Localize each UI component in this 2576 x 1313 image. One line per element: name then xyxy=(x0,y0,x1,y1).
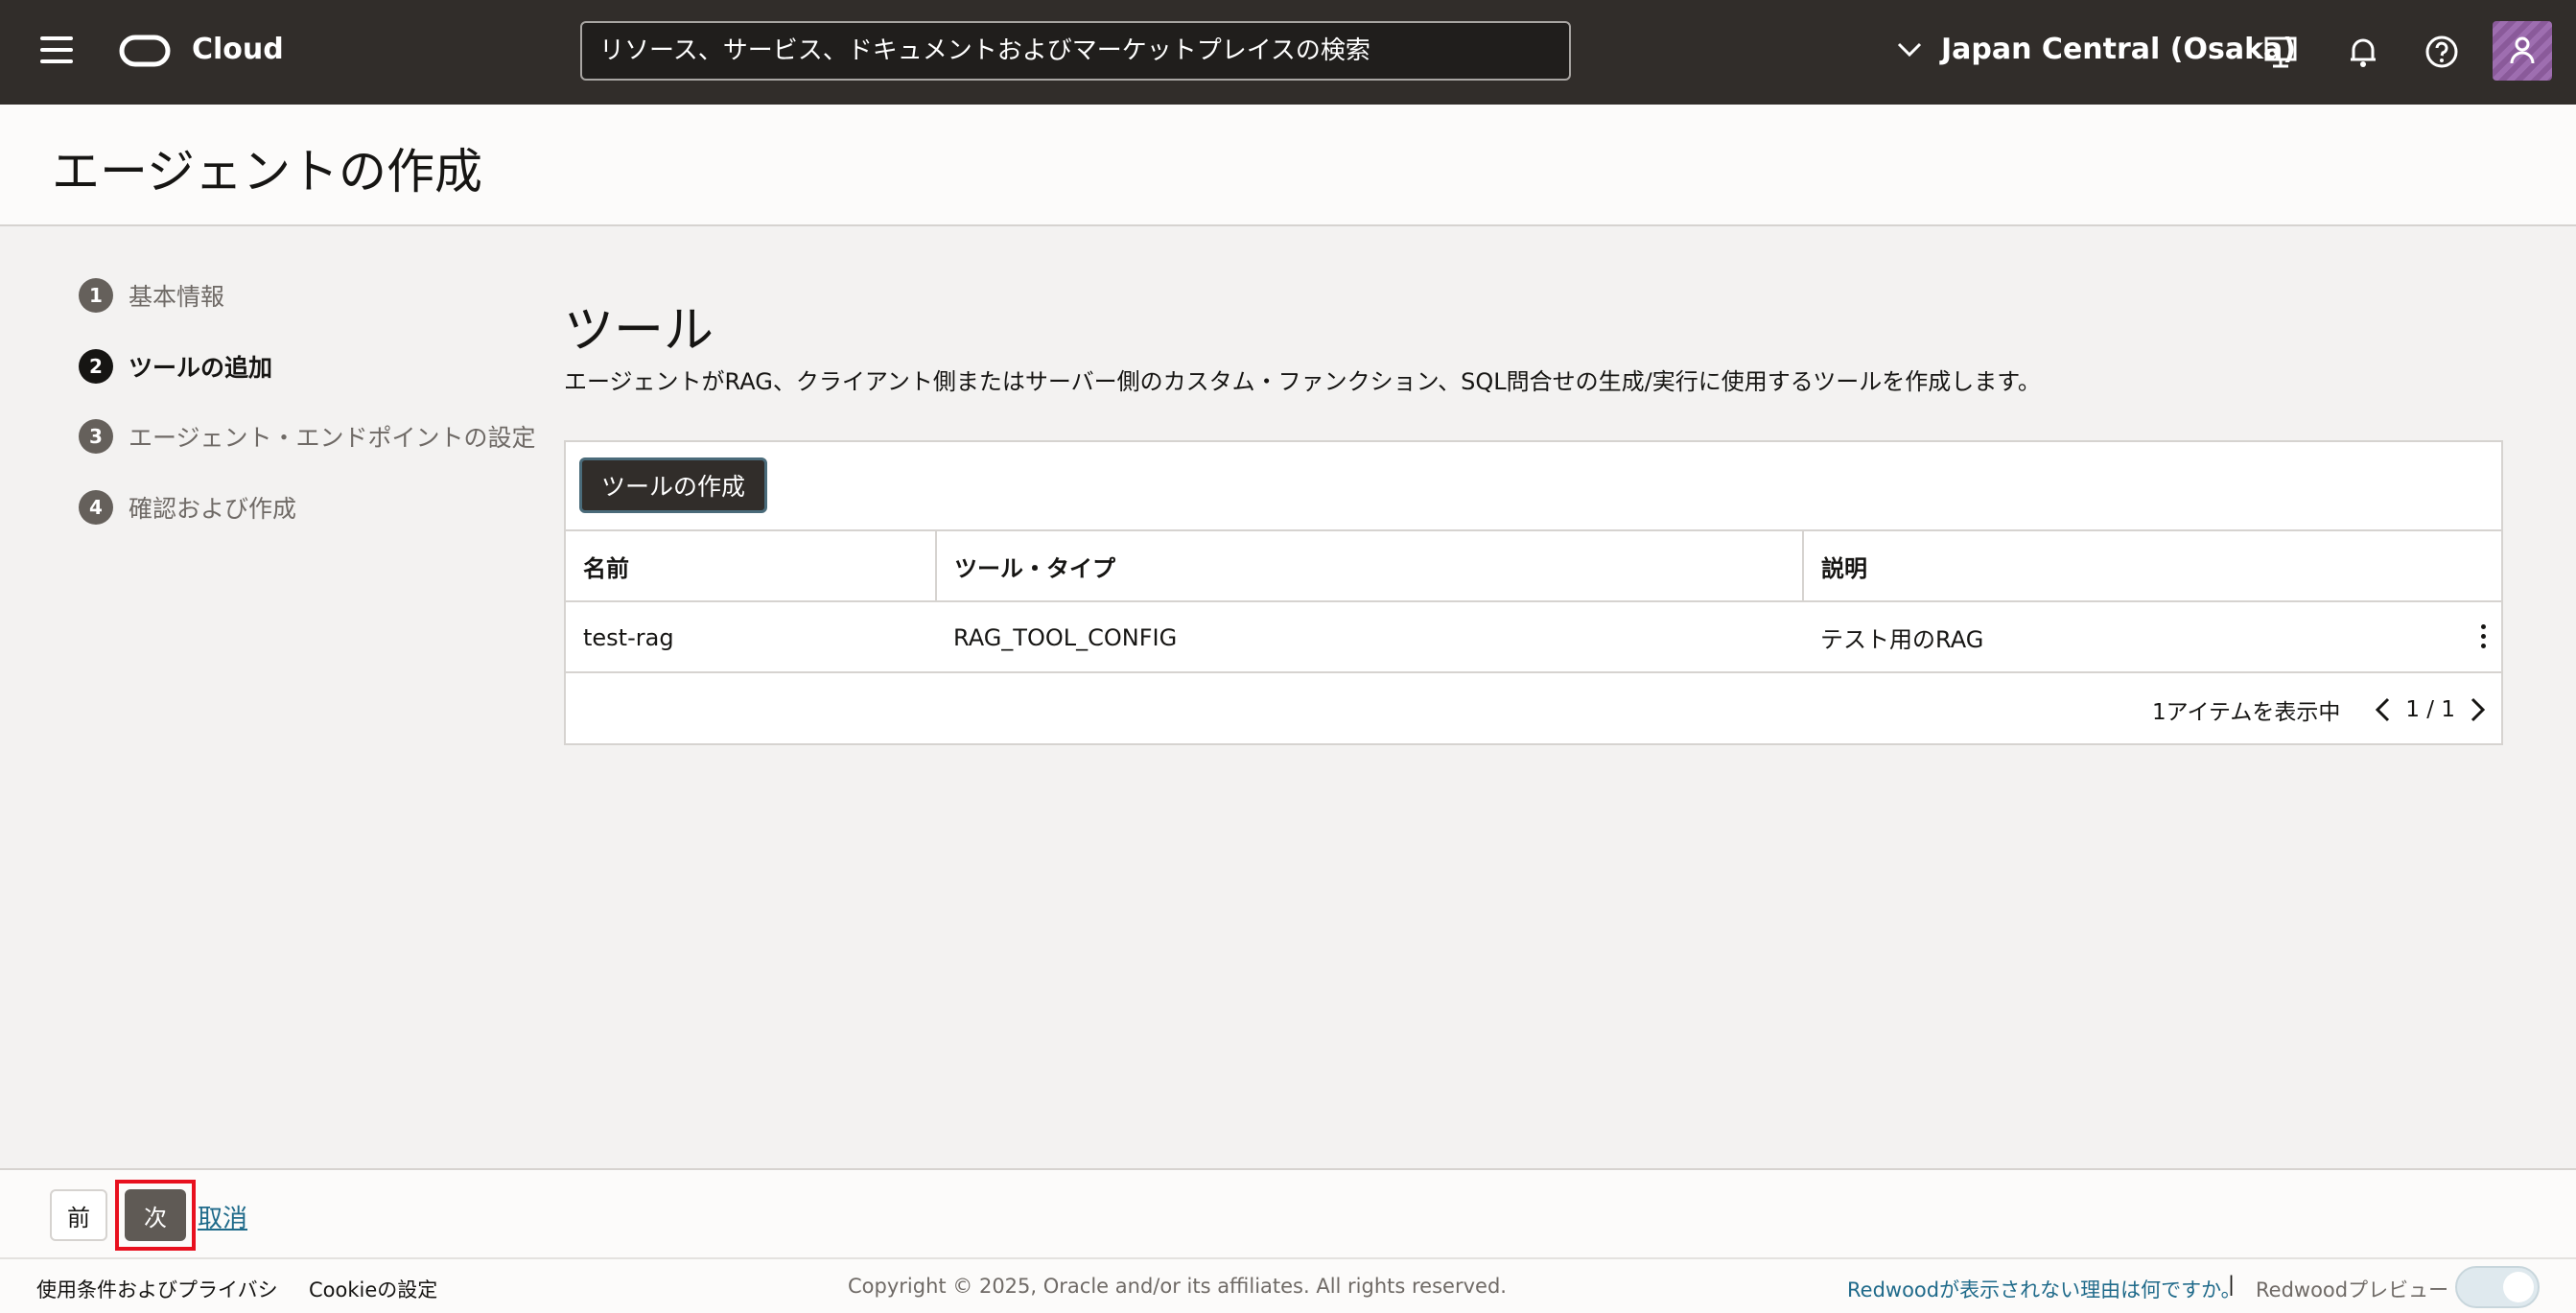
copyright-text: Copyright © 2025, Oracle and/or its affi… xyxy=(848,1275,1507,1298)
region-selector[interactable]: Japan Central (Osaka) xyxy=(1897,33,2296,66)
step-review-create[interactable]: 4 確認および作成 xyxy=(79,490,296,525)
toggle-knob xyxy=(2503,1272,2534,1302)
column-header-description[interactable]: 説明 xyxy=(1802,529,2501,601)
chevron-right-icon[interactable] xyxy=(2465,695,2490,724)
page-title: エージェントの作成 xyxy=(52,144,482,199)
column-header-name[interactable]: 名前 xyxy=(566,529,936,601)
row-actions-menu-icon[interactable] xyxy=(2480,624,2488,649)
footer-separator: | xyxy=(2228,1273,2236,1296)
cell-description: テスト用のRAG xyxy=(1803,600,2501,672)
section-title: ツール xyxy=(564,302,714,360)
region-label: Japan Central (Osaka) xyxy=(1941,33,2296,66)
chevron-down-icon xyxy=(1897,42,1922,57)
table-row[interactable]: test-rag RAG_TOOL_CONFIG テスト用のRAG xyxy=(566,600,2501,672)
step-add-tools[interactable]: 2 ツールの追加 xyxy=(79,349,272,384)
step-label: エージェント・エンドポイントの設定 xyxy=(129,424,536,452)
section-description: エージェントがRAG、クライアント側またはサーバー側のカスタム・ファンクション、… xyxy=(564,368,2041,395)
why-redwood-link[interactable]: Redwoodが表示されない理由は何ですか。 xyxy=(1847,1275,2241,1303)
help-icon[interactable] xyxy=(2423,33,2461,71)
wizard-action-bar: 前 次 取消 xyxy=(0,1168,2576,1257)
oracle-logo-icon[interactable] xyxy=(119,35,171,67)
table-header-row: 名前 ツール・タイプ 説明 xyxy=(566,529,2501,601)
search-input[interactable]: リソース、サービス、ドキュメントおよびマーケットプレイスの検索 xyxy=(580,21,1571,81)
step-label: ツールの追加 xyxy=(129,354,273,382)
step-basic-info[interactable]: 1 基本情報 xyxy=(79,278,224,313)
step-number: 1 xyxy=(79,278,113,313)
chevron-left-icon[interactable] xyxy=(2371,695,2396,724)
cloud-shell-icon[interactable] xyxy=(2261,33,2300,71)
hamburger-menu-icon[interactable] xyxy=(40,36,73,63)
highlight-box: 次 xyxy=(115,1180,196,1251)
cell-tool-type: RAG_TOOL_CONFIG xyxy=(936,600,1803,672)
top-navigation-bar: Cloud リソース、サービス、ドキュメントおよびマーケットプレイスの検索 Ja… xyxy=(0,0,2576,105)
step-number: 4 xyxy=(79,490,113,525)
create-tool-button[interactable]: ツールの作成 xyxy=(579,457,768,513)
step-number: 2 xyxy=(79,349,113,384)
pagination: 1アイテムを表示中 1 / 1 xyxy=(2152,693,2490,726)
previous-button[interactable]: 前 xyxy=(50,1189,107,1241)
cell-name: test-rag xyxy=(566,600,936,672)
tools-table: 名前 ツール・タイプ 説明 test-rag RAG_TOOL_CONFIG テ… xyxy=(566,529,2501,672)
step-endpoint-settings[interactable]: 3 エージェント・エンドポイントの設定 xyxy=(79,419,536,454)
cancel-link[interactable]: 取消 xyxy=(198,1199,247,1234)
page-footer: 使用条件およびプライバシ Cookieの設定 Copyright © 2025,… xyxy=(0,1257,2576,1313)
cookie-settings-link[interactable]: Cookieの設定 xyxy=(309,1275,437,1303)
terms-privacy-link[interactable]: 使用条件およびプライバシ xyxy=(36,1275,278,1303)
page-indicator: 1 / 1 xyxy=(2405,697,2455,722)
user-avatar[interactable] xyxy=(2493,21,2552,81)
step-number: 3 xyxy=(79,419,113,454)
user-icon xyxy=(2510,36,2535,64)
item-count: 1アイテムを表示中 xyxy=(2152,700,2341,725)
tools-panel: ツールの作成 名前 ツール・タイプ 説明 test-rag RAG_TOOL_C… xyxy=(564,440,2503,745)
column-header-tool-type[interactable]: ツール・タイプ xyxy=(935,529,1803,601)
notification-bell-icon[interactable] xyxy=(2344,33,2382,71)
redwood-preview-toggle[interactable] xyxy=(2455,1266,2540,1308)
brand-name[interactable]: Cloud xyxy=(192,33,284,66)
step-label: 基本情報 xyxy=(129,283,225,311)
next-button[interactable]: 次 xyxy=(125,1189,186,1241)
page-title-band: エージェントの作成 xyxy=(0,105,2576,226)
divider xyxy=(566,671,2501,673)
redwood-preview-label: Redwoodプレビュー xyxy=(2256,1278,2449,1301)
step-label: 確認および作成 xyxy=(129,495,297,523)
